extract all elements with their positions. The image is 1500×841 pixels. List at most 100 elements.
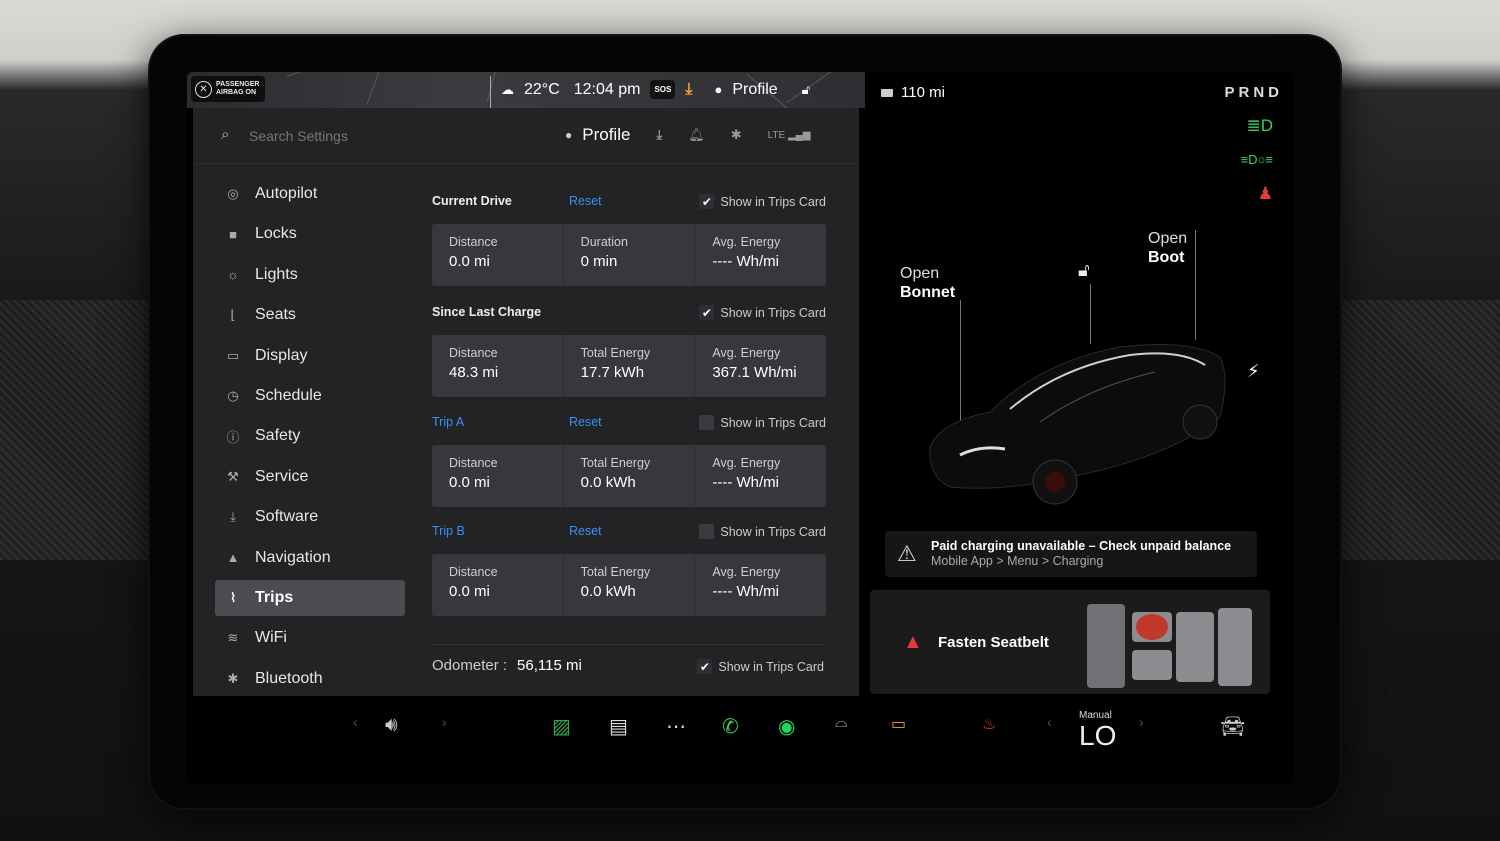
nav-item-label: Service	[255, 467, 309, 485]
clock-icon: ◷	[227, 387, 239, 403]
seat-heater-icon[interactable]: ♨	[982, 714, 996, 734]
clock: 12:04 pm	[573, 80, 641, 98]
nav-item-safety[interactable]: ⓘ Safety	[215, 418, 405, 454]
stat-total-energy: Total Energy 0.0 kWh	[564, 554, 696, 616]
section-title: Since Last Charge	[432, 305, 542, 319]
software-download-icon[interactable]: ⤓	[685, 81, 692, 99]
section-current-drive: Current Drive Reset ✔ Show in Trips Card…	[432, 194, 826, 286]
trip-stats: Distance 0.0 mi Total Energy 0.0 kWh Avg. …	[432, 445, 826, 507]
seatbelt-unfastened-icon	[1136, 614, 1168, 640]
vehicle-pane: 110 mi PRND ≣D ≡D○≡ ♟ Open Bonnet Open B…	[865, 72, 1293, 784]
nav-item-navigation[interactable]: ▲ Navigation	[215, 540, 405, 576]
profile-label[interactable]: Profile	[732, 81, 777, 99]
front-defrost-icon[interactable]: ⌓	[835, 714, 848, 732]
stat-value: 48.3 mi	[449, 364, 499, 381]
reset-button[interactable]: Reset	[569, 524, 602, 538]
show-in-trips-card-toggle[interactable]: Show in Trips Card	[699, 415, 826, 430]
volume-down-chevron-icon[interactable]: ‹	[353, 714, 358, 730]
reset-button[interactable]: Reset	[569, 194, 602, 208]
temp-up-chevron-icon[interactable]: ›	[1139, 714, 1144, 730]
nav-item-locks[interactable]: ■ Locks	[215, 216, 405, 252]
nav-item-bluetooth[interactable]: ✱ Bluetooth	[215, 661, 405, 697]
light-icon: ☼	[227, 267, 239, 283]
section-trip-b: Trip B Reset Show in Trips Card Distance…	[432, 524, 826, 616]
volume-icon[interactable]: 🔊︎	[385, 714, 398, 737]
seat-rear-middle	[1176, 612, 1214, 682]
bluetooth-icon[interactable]: ✱	[731, 127, 742, 143]
lock-icon: ■	[229, 226, 237, 242]
unlock-icon[interactable]: 🔓︎	[802, 82, 810, 98]
headlights-icon: ≣D	[1246, 116, 1273, 135]
checkbox-unchecked[interactable]	[699, 415, 715, 430]
show-in-trips-card-toggle[interactable]: Show in Trips Card	[699, 524, 826, 539]
nav-item-lights[interactable]: ☼ Lights	[215, 257, 405, 293]
open-boot-button[interactable]: Open Boot	[1148, 229, 1187, 267]
stat-value: 0.0 kWh	[580, 583, 636, 600]
energy-app-icon[interactable]: ▨	[552, 714, 571, 739]
open-bonnet-button[interactable]: Open Bonnet	[900, 264, 955, 302]
nav-item-service[interactable]: ⚒ Service	[215, 459, 405, 495]
nav-item-wifi[interactable]: ≋ WiFi	[215, 620, 405, 656]
rear-defrost-icon[interactable]: ▭	[891, 714, 906, 734]
stat-label: Distance	[449, 456, 498, 470]
temp-down-chevron-icon[interactable]: ‹	[1047, 714, 1052, 730]
stat-value: 0.0 mi	[449, 583, 490, 600]
settings-nav: ◎ Autopilot ■ Locks ☼ Lights ⌊ Seats ▭ D…	[215, 176, 405, 701]
charging-alert[interactable]: ⚠ Paid charging unavailable – Check unpa…	[885, 531, 1257, 577]
notepad-app-icon[interactable]: ▤	[609, 714, 628, 739]
show-in-trips-card-label: Show in Trips Card	[720, 415, 826, 430]
stat-label: Avg. Energy	[712, 346, 781, 360]
profile-label: Profile	[582, 125, 631, 144]
stat-label: Total Energy	[580, 346, 651, 360]
stat-value: 0.0 kWh	[580, 474, 636, 491]
nav-item-trips[interactable]: ⌇ Trips	[215, 579, 405, 616]
checkbox-checked[interactable]: ✔	[697, 659, 713, 674]
show-in-trips-card-toggle[interactable]: ✔ Show in Trips Card	[697, 659, 824, 674]
show-in-trips-card-toggle[interactable]: ✔ Show in Trips Card	[699, 194, 826, 209]
sos-button[interactable]: SOS	[650, 80, 676, 99]
profile-button[interactable]: ● Profile	[565, 125, 630, 145]
person-icon: ●	[565, 128, 573, 142]
show-in-trips-card-toggle[interactable]: ✔ Show in Trips Card	[699, 305, 826, 320]
reset-button[interactable]: Reset	[569, 415, 602, 429]
more-apps-icon[interactable]: ⋯	[666, 714, 686, 739]
stat-value: 0.0 mi	[449, 253, 490, 270]
spotify-app-icon[interactable]: ◉	[778, 714, 795, 739]
settings-header: ⌕ ● Profile ⤓ 🔔︎ ✱ LTE ▂▄▆	[193, 108, 859, 164]
weather-icon: ☁	[501, 81, 514, 97]
download-icon[interactable]: ⤓	[656, 127, 662, 143]
section-since-last-charge: Since Last Charge ✔ Show in Trips Card D…	[432, 305, 826, 397]
search-icon: ⌕	[221, 126, 230, 143]
range-value: 110 mi	[901, 84, 945, 101]
nav-item-software[interactable]: ⤓ Software	[215, 499, 405, 535]
airbag-icon: ✕	[195, 80, 212, 98]
nav-item-label: Software	[255, 508, 319, 526]
nav-item-label: Safety	[255, 427, 301, 445]
stat-distance: Distance 0.0 mi	[432, 224, 564, 286]
unlocked-padlock-icon[interactable]: 🔓︎	[1078, 260, 1090, 281]
seat-icon: ⌊	[230, 307, 236, 323]
climate-temperature[interactable]: LO	[1079, 720, 1116, 752]
open-boot-line1: Open	[1148, 230, 1188, 247]
checkbox-unchecked[interactable]	[699, 524, 715, 539]
car-icon[interactable]: 🚘︎	[1220, 714, 1245, 739]
nav-item-autopilot[interactable]: ◎ Autopilot	[215, 176, 405, 212]
nav-item-label: Autopilot	[255, 185, 318, 202]
checkbox-checked[interactable]: ✔	[699, 194, 715, 209]
volume-up-chevron-icon[interactable]: ›	[442, 714, 447, 730]
wrench-icon: ⚒	[227, 468, 239, 484]
nav-item-seats[interactable]: ⌊ Seats	[215, 297, 405, 333]
display-icon: ▭	[226, 347, 240, 363]
nav-item-schedule[interactable]: ◷ Schedule	[215, 378, 405, 414]
search-input[interactable]	[249, 126, 499, 146]
nav-item-display[interactable]: ▭ Display	[215, 338, 405, 374]
phone-app-icon[interactable]: ✆	[722, 714, 739, 739]
stat-value: 0.0 mi	[449, 474, 490, 491]
status-bar: ✕ PASSENGER AIRBAG ON ☁ 22°C 12:04 pm SO…	[187, 72, 865, 108]
section-title: Trip B	[432, 524, 465, 538]
airbag-line-1: PASSENGER	[216, 81, 260, 88]
bell-icon[interactable]: 🔔︎	[688, 127, 705, 143]
range-indicator: 110 mi	[881, 84, 945, 101]
checkbox-checked[interactable]: ✔	[699, 305, 715, 320]
nav-item-label: Seats	[255, 306, 296, 324]
